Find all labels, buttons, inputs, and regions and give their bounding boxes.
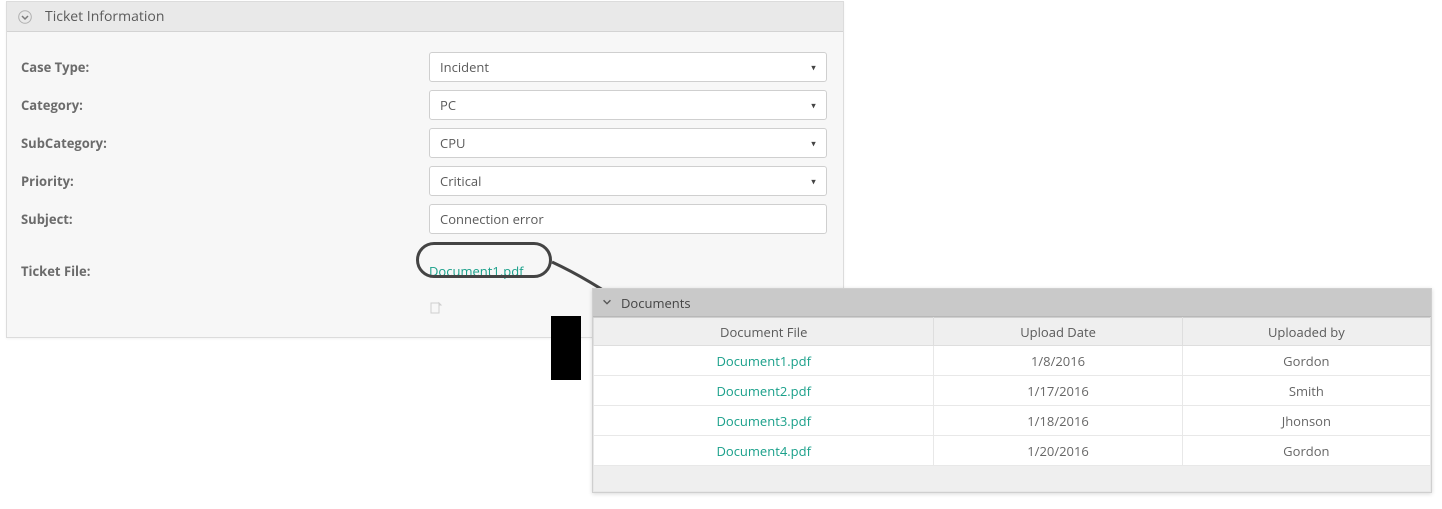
subject-value: Connection error bbox=[440, 210, 544, 228]
document-file-link[interactable]: Document2.pdf bbox=[716, 382, 811, 400]
ticket-info-title: Ticket Information bbox=[45, 7, 164, 26]
subcategory-label: SubCategory: bbox=[21, 134, 429, 152]
table-row: Document1.pdf 1/8/2016Gordon bbox=[594, 346, 1431, 376]
case-type-select[interactable]: Incident ▾ bbox=[429, 52, 827, 82]
chevron-down-icon[interactable] bbox=[601, 294, 613, 312]
case-type-label: Case Type: bbox=[21, 58, 429, 76]
ticket-file-link[interactable]: Document1.pdf bbox=[429, 262, 524, 280]
table-row: Document3.pdf 1/18/2016Jhonson bbox=[594, 406, 1431, 436]
priority-label: Priority: bbox=[21, 172, 429, 190]
documents-table: Document File Upload Date Uploaded by Do… bbox=[593, 317, 1431, 492]
document-user: Smith bbox=[1182, 376, 1430, 406]
caret-down-icon: ▾ bbox=[811, 61, 816, 74]
case-type-value: Incident bbox=[440, 58, 489, 76]
document-user: Jhonson bbox=[1182, 406, 1430, 436]
priority-value: Critical bbox=[440, 172, 481, 190]
document-file-link[interactable]: Document3.pdf bbox=[716, 412, 811, 430]
subcategory-value: CPU bbox=[440, 134, 466, 152]
documents-title: Documents bbox=[621, 294, 691, 312]
document-user: Gordon bbox=[1182, 346, 1430, 376]
documents-th-user[interactable]: Uploaded by bbox=[1182, 318, 1430, 346]
subject-label: Subject: bbox=[21, 210, 429, 228]
subject-input[interactable]: Connection error bbox=[429, 204, 827, 234]
documents-panel: Documents Document File Upload Date Uplo… bbox=[592, 288, 1432, 493]
ticket-info-header: Ticket Information bbox=[7, 2, 843, 32]
document-file-link[interactable]: Document1.pdf bbox=[716, 352, 811, 370]
collapse-toggle[interactable] bbox=[15, 7, 35, 27]
documents-th-file[interactable]: Document File bbox=[594, 318, 934, 346]
table-row: Document2.pdf 1/17/2016Smith bbox=[594, 376, 1431, 406]
table-row: Document4.pdf 1/20/2016Gordon bbox=[594, 436, 1431, 466]
priority-select[interactable]: Critical ▾ bbox=[429, 166, 827, 196]
documents-footer bbox=[594, 466, 1431, 492]
caret-down-icon: ▾ bbox=[811, 99, 816, 112]
document-date: 1/18/2016 bbox=[934, 406, 1182, 436]
caret-down-icon: ▾ bbox=[811, 175, 816, 188]
subcategory-select[interactable]: CPU ▾ bbox=[429, 128, 827, 158]
document-date: 1/17/2016 bbox=[934, 376, 1182, 406]
ticket-file-label: Ticket File: bbox=[21, 262, 429, 280]
caret-down-icon: ▾ bbox=[811, 137, 816, 150]
documents-header: Documents bbox=[593, 289, 1431, 317]
document-date: 1/20/2016 bbox=[934, 436, 1182, 466]
document-file-link[interactable]: Document4.pdf bbox=[716, 442, 811, 460]
document-date: 1/8/2016 bbox=[934, 346, 1182, 376]
chevron-down-icon bbox=[18, 10, 32, 24]
document-user: Gordon bbox=[1182, 436, 1430, 466]
category-select[interactable]: PC ▾ bbox=[429, 90, 827, 120]
category-label: Category: bbox=[21, 96, 429, 114]
documents-th-date[interactable]: Upload Date bbox=[934, 318, 1182, 346]
redaction-block bbox=[551, 316, 581, 380]
category-value: PC bbox=[440, 96, 456, 114]
